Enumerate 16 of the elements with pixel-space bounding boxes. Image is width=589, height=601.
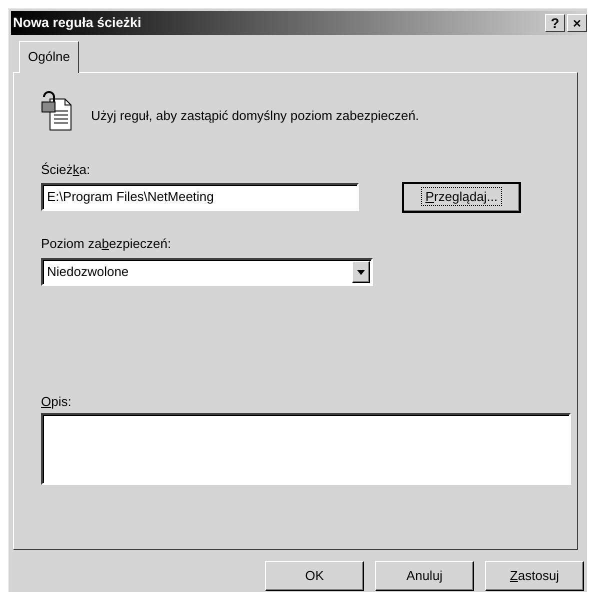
- description-field[interactable]: [41, 412, 571, 484]
- locked-document-icon: [41, 91, 73, 131]
- ok-button[interactable]: OK: [265, 561, 364, 591]
- description-label: Opis:: [41, 393, 72, 411]
- intro-text: Użyj reguł, aby zastąpić domyślny poziom zabezpieczeń.: [91, 107, 420, 126]
- security-level-dropdown[interactable]: Niedozwolone: [41, 258, 373, 286]
- cancel-button[interactable]: Anuluj: [375, 561, 474, 591]
- security-level-label: Poziom zabezpieczeń:: [41, 234, 172, 253]
- close-button[interactable]: ×: [567, 14, 587, 32]
- apply-button[interactable]: Zastosuj: [485, 561, 584, 591]
- path-field[interactable]: E:\Program Files\NetMeeting: [41, 183, 359, 211]
- window-title: Nowa reguła ścieżki: [13, 14, 142, 32]
- tab[interactable]: Ogólne: [19, 41, 79, 73]
- browse-button[interactable]: Przeglądaj...: [403, 182, 520, 212]
- path-label: Ścieżka:: [41, 161, 90, 179]
- help-button[interactable]: ?: [545, 14, 565, 32]
